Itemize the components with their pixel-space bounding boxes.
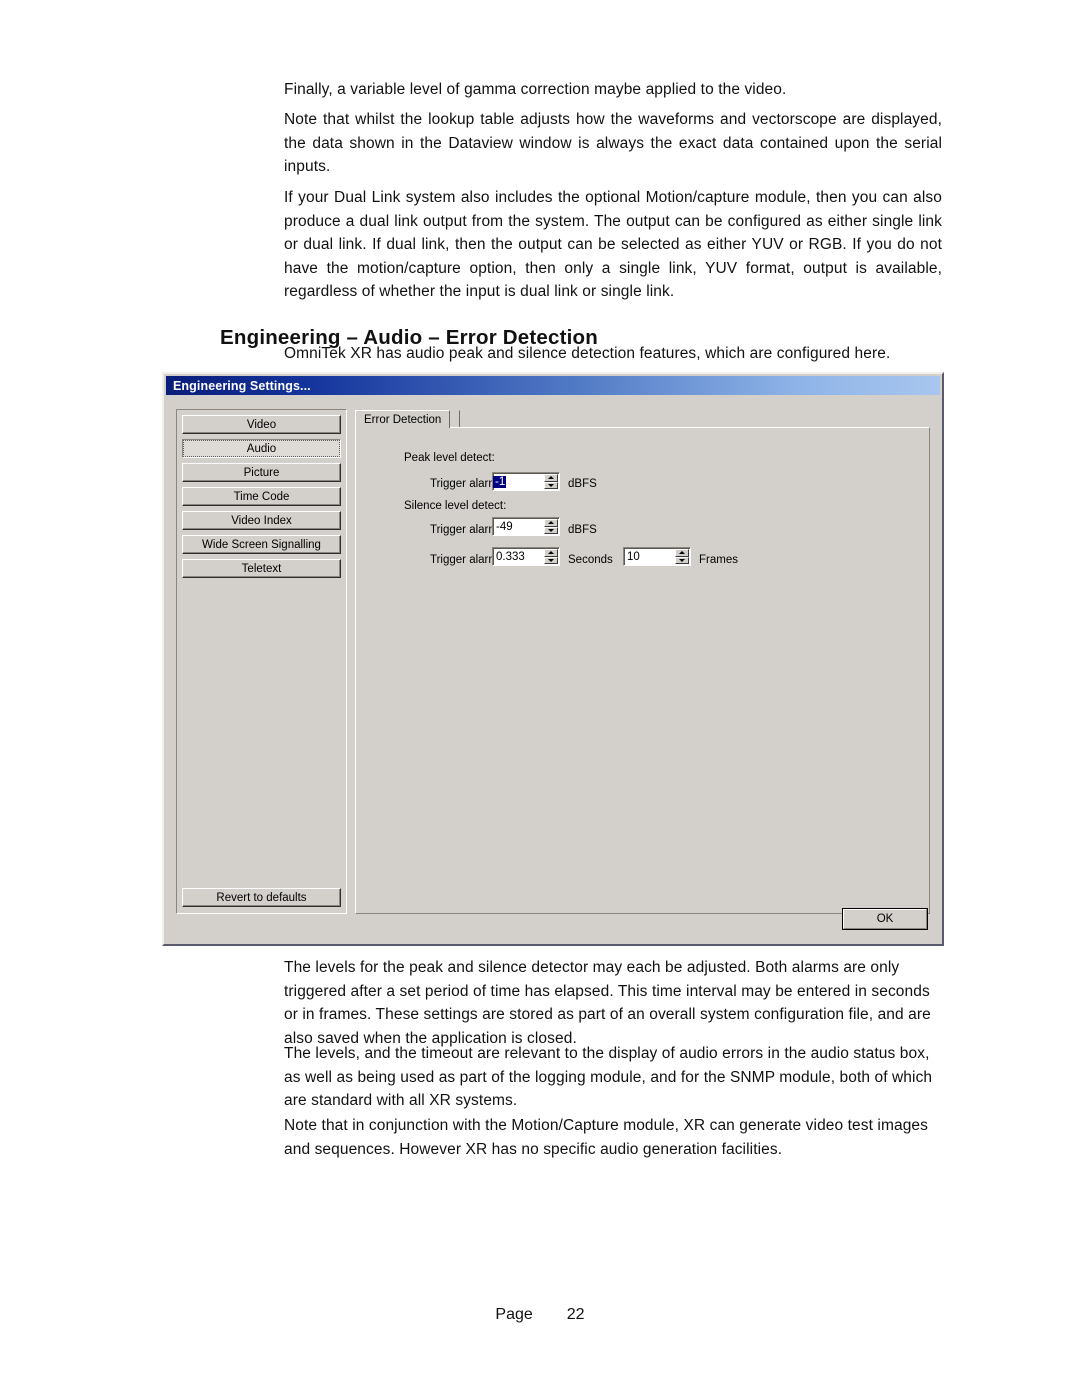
revert-to-defaults-button[interactable]: Revert to defaults [182, 888, 341, 907]
paragraph-after-2: The levels, and the timeout are relevant… [284, 1045, 933, 1109]
alarm-after-seconds-spin-up-button[interactable] [544, 549, 558, 557]
alarm-after-seconds-spinner[interactable]: 0.333 [492, 547, 560, 566]
tab-error-detection[interactable]: Error Detection [355, 410, 451, 428]
silence-trigger-spin-down-button[interactable] [544, 526, 558, 534]
tab-strip: Error Detection [355, 409, 461, 428]
paragraph-after-3: Note that in conjunction with the Motion… [284, 1117, 928, 1158]
alarm-after-seconds-spin-down-button[interactable] [544, 556, 558, 564]
arrow-down-icon [548, 558, 554, 562]
paragraph-after-1: The levels for the peak and silence dete… [284, 959, 931, 1047]
alarm-after-frames-spinner[interactable]: 10 [623, 547, 691, 566]
nav-item-video-label: Video [246, 418, 277, 431]
error-detection-panel: Peak level detect: Trigger alarm at: -1 … [355, 427, 930, 914]
intro-paragraph: OmniTek XR has audio peak and silence de… [284, 345, 891, 362]
arrow-up-icon [548, 476, 554, 480]
nav-item-audio-label: Audio [183, 440, 340, 457]
peak-level-group-label: Peak level detect: [404, 452, 495, 464]
arrow-up-icon [548, 551, 554, 555]
silence-trigger-spin-up-button[interactable] [544, 519, 558, 527]
alarm-after-frames-spin-buttons[interactable] [675, 549, 689, 564]
settings-tab-area: Error Detection Peak level detect: Trigg… [355, 409, 930, 914]
manual-page: Finally, a variable level of gamma corre… [0, 0, 1080, 1397]
arrow-up-icon [679, 551, 685, 555]
peak-trigger-spin-up-button[interactable] [544, 474, 558, 482]
peak-trigger-value: -1 [493, 475, 507, 488]
nav-item-video[interactable]: Video [182, 415, 341, 434]
silence-trigger-unit: dBFS [568, 524, 597, 536]
nav-item-time-code-label: Time Code [233, 490, 290, 503]
ok-button-label: OK [843, 909, 927, 929]
peak-trigger-spinner[interactable]: -1 [492, 472, 560, 491]
tab-strip-filler [450, 410, 461, 428]
silence-trigger-spin-buttons[interactable] [544, 519, 558, 534]
nav-item-video-index-label: Video Index [231, 514, 292, 527]
nav-item-picture-label: Picture [243, 466, 280, 479]
arrow-down-icon [548, 528, 554, 532]
alarm-after-frames-unit: Frames [699, 554, 738, 566]
silence-trigger-value[interactable]: -49 [493, 518, 544, 535]
revert-to-defaults-label: Revert to defaults [216, 891, 307, 904]
nav-item-teletext[interactable]: Teletext [182, 559, 341, 578]
arrow-down-icon [548, 483, 554, 487]
alarm-after-frames-value[interactable]: 10 [624, 548, 675, 565]
paragraph-2: Note that whilst the lookup table adjust… [284, 111, 942, 175]
ok-button[interactable]: OK [842, 908, 928, 930]
nav-item-wide-screen-signalling-label: Wide Screen Signalling [202, 538, 321, 551]
alarm-after-seconds-unit: Seconds [568, 554, 613, 566]
nav-item-wide-screen-signalling[interactable]: Wide Screen Signalling [182, 535, 341, 554]
dialog-titlebar: Engineering Settings... [166, 376, 940, 395]
page-footer-number: 22 [566, 1306, 585, 1323]
arrow-up-icon [548, 521, 554, 525]
nav-item-picture[interactable]: Picture [182, 463, 341, 482]
tab-error-detection-label: Error Detection [364, 413, 442, 426]
peak-trigger-unit: dBFS [568, 478, 597, 490]
dialog-body: Video Audio Picture Time Code Video Inde… [164, 395, 942, 944]
silence-trigger-spinner[interactable]: -49 [492, 517, 560, 536]
nav-item-video-index[interactable]: Video Index [182, 511, 341, 530]
alarm-after-frames-spin-up-button[interactable] [675, 549, 689, 557]
nav-item-audio[interactable]: Audio [182, 439, 341, 458]
paragraph-1: Finally, a variable level of gamma corre… [284, 81, 787, 98]
silence-level-group-label: Silence level detect: [404, 500, 507, 512]
arrow-down-icon [679, 558, 685, 562]
nav-item-time-code[interactable]: Time Code [182, 487, 341, 506]
page-footer-label: Page [495, 1306, 533, 1323]
alarm-after-frames-spin-down-button[interactable] [675, 556, 689, 564]
nav-item-teletext-label: Teletext [241, 562, 282, 575]
settings-nav-panel: Video Audio Picture Time Code Video Inde… [176, 409, 347, 914]
page-footer: Page 22 [0, 1306, 1080, 1324]
peak-trigger-spin-buttons[interactable] [544, 474, 558, 489]
engineering-settings-dialog: Engineering Settings... Video Audio Pict… [162, 372, 944, 946]
peak-trigger-value-display[interactable]: -1 [493, 473, 544, 490]
paragraph-3: If your Dual Link system also includes t… [284, 189, 942, 300]
alarm-after-seconds-spin-buttons[interactable] [544, 549, 558, 564]
dialog-title: Engineering Settings... [173, 378, 311, 393]
peak-trigger-spin-down-button[interactable] [544, 481, 558, 489]
alarm-after-seconds-value[interactable]: 0.333 [493, 548, 544, 565]
